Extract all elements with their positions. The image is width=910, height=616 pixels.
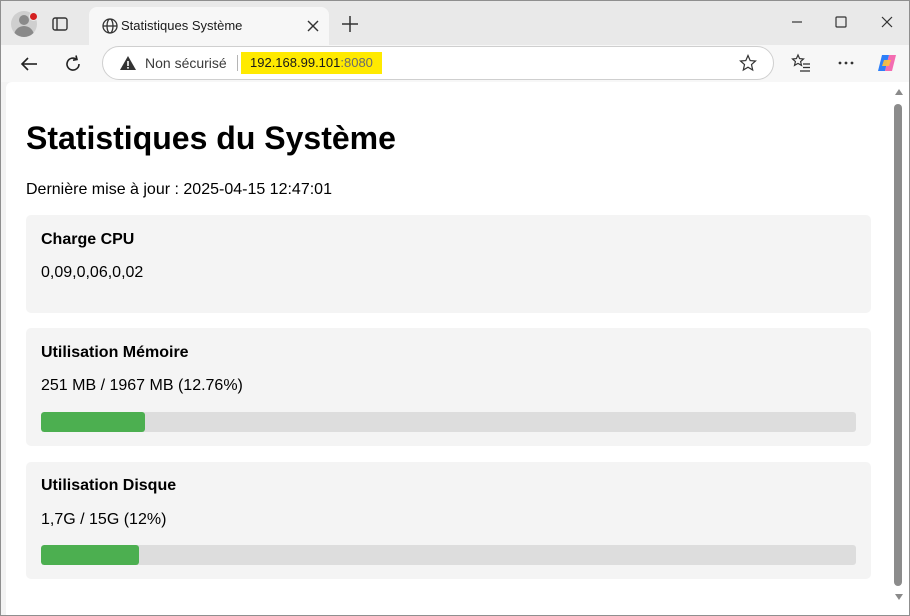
page-title: Statistiques du Système xyxy=(26,120,396,156)
disk-progress-bar xyxy=(41,545,856,565)
url-host: 192.168.99.101 xyxy=(250,55,341,70)
minimize-icon[interactable] xyxy=(786,11,808,33)
favorite-star-icon[interactable] xyxy=(739,54,757,72)
memory-usage-value: 251 MB / 1967 MB (12.76%) xyxy=(41,377,243,394)
copilot-icon[interactable] xyxy=(876,52,898,74)
vertical-scrollbar[interactable] xyxy=(890,82,909,615)
reload-icon[interactable] xyxy=(61,52,85,76)
close-icon[interactable] xyxy=(303,16,323,36)
warning-icon[interactable] xyxy=(119,54,137,72)
back-icon[interactable] xyxy=(17,52,41,76)
cpu-card-title: Charge CPU xyxy=(41,231,135,248)
address-bar[interactable]: Non sécurisé 192.168.99.101:8080 xyxy=(102,46,774,80)
globe-icon xyxy=(102,18,118,34)
more-icon[interactable] xyxy=(835,52,857,74)
cpu-load-value: 0,09,0,06,0,02 xyxy=(41,264,144,281)
scroll-down-arrow[interactable] xyxy=(895,594,903,600)
url-port: :8080 xyxy=(340,55,373,70)
security-label[interactable]: Non sécurisé xyxy=(145,55,227,71)
disk-usage-value: 1,7G / 15G (12%) xyxy=(41,511,167,528)
maximize-icon[interactable] xyxy=(830,11,852,33)
memory-progress-fill xyxy=(41,412,145,432)
scroll-thumb[interactable] xyxy=(894,104,902,586)
last-update-text: Dernière mise à jour : 2025-04-15 12:47:… xyxy=(26,181,332,198)
disk-card-title: Utilisation Disque xyxy=(41,477,177,494)
browser-window: Statistiques Système Non sécurisé 192.16… xyxy=(0,0,910,616)
favorites-list-icon[interactable] xyxy=(790,52,812,74)
notification-dot xyxy=(29,12,38,21)
memory-card-title: Utilisation Mémoire xyxy=(41,344,189,361)
disk-card: Utilisation Disque 1,7G / 15G (12%) xyxy=(26,462,871,579)
new-tab-icon[interactable] xyxy=(339,13,361,35)
page-viewport: Statistiques du Système Dernière mise à … xyxy=(6,82,890,615)
disk-progress-fill xyxy=(41,545,139,565)
cpu-card: Charge CPU 0,09,0,06,0,02 xyxy=(26,215,871,313)
url-text[interactable]: 192.168.99.101:8080 xyxy=(241,52,382,74)
tab-strip: Statistiques Système xyxy=(1,1,909,45)
separator xyxy=(237,55,238,71)
memory-progress-bar xyxy=(41,412,856,432)
active-tab[interactable]: Statistiques Système xyxy=(89,7,329,45)
tab-title: Statistiques Système xyxy=(121,18,243,33)
scroll-up-arrow[interactable] xyxy=(895,89,903,95)
toolbar: Non sécurisé 192.168.99.101:8080 xyxy=(1,45,909,82)
tab-actions-icon[interactable] xyxy=(51,15,69,33)
window-close-icon[interactable] xyxy=(876,11,898,33)
memory-card: Utilisation Mémoire 251 MB / 1967 MB (12… xyxy=(26,328,871,446)
